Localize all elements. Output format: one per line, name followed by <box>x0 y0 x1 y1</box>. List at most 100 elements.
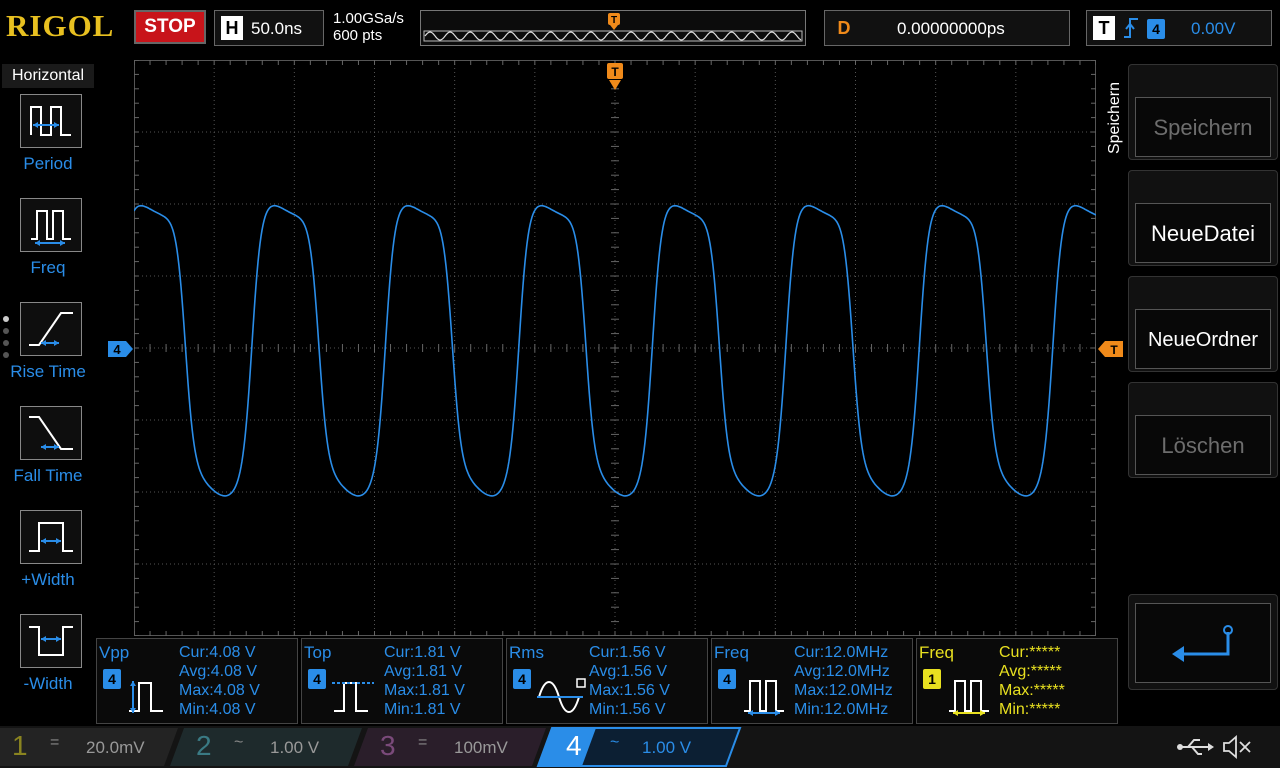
measurement-avg: Avg:1.81 V <box>384 663 462 680</box>
channel-1-scale: 20.0mV <box>86 738 145 757</box>
measurement-max: Max:1.56 V <box>589 682 670 699</box>
rms-icon <box>537 678 586 713</box>
memory-depth: 600 pts <box>333 27 383 44</box>
measurement-min: Min:***** <box>999 701 1061 718</box>
neue-ordner-button[interactable]: NeueOrdner <box>1128 276 1278 372</box>
channel-4-marker-label: 4 <box>113 342 121 357</box>
back-button[interactable] <box>1128 594 1278 690</box>
positive-width-label: +Width <box>21 570 75 589</box>
run-stop-indicator[interactable]: STOP <box>134 10 206 44</box>
overview-trigger-icon: T <box>608 13 620 30</box>
negative-width-label: -Width <box>23 674 73 693</box>
measurement-vpp[interactable]: Vpp 4 Cur:4.08 V Avg:4.08 V Max:4.08 V M… <box>96 638 298 724</box>
period-label: Period <box>23 154 73 173</box>
sample-info: 1.00GSa/s 600 pts <box>333 10 404 44</box>
measurement-avg: Avg:1.56 V <box>589 663 667 680</box>
channel-4-offset-marker[interactable]: 4 <box>108 340 134 358</box>
measurement-max: Max:4.08 V <box>179 682 260 699</box>
vpp-icon <box>129 681 163 713</box>
measurement-source-badge: 4 <box>718 669 736 689</box>
channel-status-bar: 1 = 20.0mV 2 ~ 1.00 V 3 = 100mV 4 ~ 1.00… <box>0 726 1280 768</box>
trigger-source-badge: 4 <box>1147 19 1165 39</box>
measure-positive-width-button[interactable]: +Width <box>0 510 96 610</box>
measurement-avg: Avg:4.08 V <box>179 663 257 680</box>
waveform-display[interactable] <box>134 60 1096 636</box>
loeschen-label: Löschen <box>1161 433 1245 458</box>
measurement-avg: Avg:***** <box>999 663 1062 680</box>
measurement-source-badge: 4 <box>308 669 326 689</box>
channel-3-scale: 100mV <box>454 738 508 757</box>
measurement-max: Max:1.81 V <box>384 682 465 699</box>
measurement-min: Min:4.08 V <box>179 701 256 718</box>
measurement-source-badge: 4 <box>513 669 531 689</box>
channel-4-tab[interactable]: 4 ~ 1.00 V <box>554 728 734 766</box>
channel-2-coupling: ~ <box>234 734 244 751</box>
measure-period-button[interactable]: Period <box>0 94 96 194</box>
graticule <box>134 60 1096 636</box>
frequency-icon <box>20 198 82 252</box>
delay-value: 0.00000000ps <box>897 19 1005 38</box>
trigger-label: T <box>1093 16 1115 40</box>
loeschen-button[interactable]: Löschen <box>1128 382 1278 478</box>
measurement-top[interactable]: Top 4 Cur:1.81 V Avg:1.81 V Max:1.81 V M… <box>301 638 503 724</box>
channel-3-number: 3 <box>380 730 396 761</box>
measurement-name: Rms <box>509 643 544 662</box>
measurement-name: Vpp <box>99 643 130 662</box>
negative-width-icon <box>20 614 82 668</box>
channel-3-tab[interactable]: 3 = 100mV <box>368 728 538 766</box>
channel-2-tab[interactable]: 2 ~ 1.00 V <box>184 728 354 766</box>
measurement-freq-ch4[interactable]: Freq 4 Cur:12.0MHz Avg:12.0MHz Max:12.0M… <box>711 638 913 724</box>
measure-rise-time-button[interactable]: Rise Time <box>0 302 96 402</box>
measurement-rms[interactable]: Rms 4 Cur:1.56 V Avg:1.56 V Max:1.56 V M… <box>506 638 708 724</box>
left-softkey-menu: Horizontal Period Freq Rise Time Fall Ti… <box>0 60 96 726</box>
speichern-button[interactable]: Speichern <box>1128 64 1278 160</box>
channel-3-coupling: = <box>418 734 428 751</box>
measurement-cur: Cur:1.81 V <box>384 644 461 661</box>
trigger-box[interactable]: T 4 0.00V <box>1086 10 1272 46</box>
frequency-icon <box>949 680 989 716</box>
horizontal-timebase[interactable]: H 50.0ns <box>214 10 324 46</box>
sample-rate: 1.00GSa/s <box>333 10 404 27</box>
measurement-cur: Cur:***** <box>999 644 1061 661</box>
neue-datei-button[interactable]: NeueDatei <box>1128 170 1278 266</box>
trigger-position-label: T <box>611 65 619 79</box>
trigger-position-marker[interactable]: T <box>606 62 624 92</box>
horizontal-label: H <box>221 16 243 40</box>
measure-negative-width-button[interactable]: -Width <box>0 614 96 714</box>
measurement-cur: Cur:1.56 V <box>589 644 666 661</box>
measure-fall-time-button[interactable]: Fall Time <box>0 406 96 506</box>
top-icon <box>332 682 374 712</box>
waveform-overview[interactable]: T <box>420 10 806 46</box>
measurement-source-badge: 1 <box>923 669 941 689</box>
rigol-logo: RIGOL <box>6 8 115 43</box>
measurement-cur: Cur:4.08 V <box>179 644 256 661</box>
measure-freq-button[interactable]: Freq <box>0 198 96 298</box>
measurement-max: Max:***** <box>999 682 1065 699</box>
neue-datei-label: NeueDatei <box>1151 221 1255 246</box>
status-icons <box>1177 735 1251 759</box>
rise-time-icon <box>20 302 82 356</box>
channel-4-coupling: ~ <box>610 734 620 751</box>
measurement-freq-ch1[interactable]: Freq 1 Cur:***** Avg:***** Max:***** Min… <box>916 638 1118 724</box>
fall-time-label: Fall Time <box>13 466 83 485</box>
frequency-icon <box>744 680 784 716</box>
delay-label: D <box>837 18 851 38</box>
channel-1-tab[interactable]: 1 = 20.0mV <box>0 728 170 766</box>
neue-ordner-label: NeueOrdner <box>1147 329 1259 351</box>
measurement-source-badge: 4 <box>103 669 121 689</box>
channel-1-number: 1 <box>12 730 28 761</box>
channel-2-scale: 1.00 V <box>270 738 320 757</box>
speichern-label: Speichern <box>1153 115 1253 140</box>
measurement-max: Max:12.0MHz <box>794 682 893 699</box>
trigger-level: 0.00V <box>1191 19 1236 38</box>
fall-time-icon <box>20 406 82 460</box>
measurement-cur: Cur:12.0MHz <box>794 644 889 661</box>
positive-width-icon <box>20 510 82 564</box>
rising-edge-icon <box>1124 18 1138 38</box>
measurement-name: Freq <box>714 643 749 662</box>
top-status-bar: RIGOL STOP H 50.0ns 1.00GSa/s 600 pts T … <box>0 0 1280 58</box>
mute-speaker-icon <box>1223 735 1251 759</box>
channel-4-scale: 1.00 V <box>642 738 692 757</box>
delay-box[interactable]: D 0.00000000ps <box>824 10 1070 46</box>
return-arrow-icon <box>1172 625 1233 662</box>
